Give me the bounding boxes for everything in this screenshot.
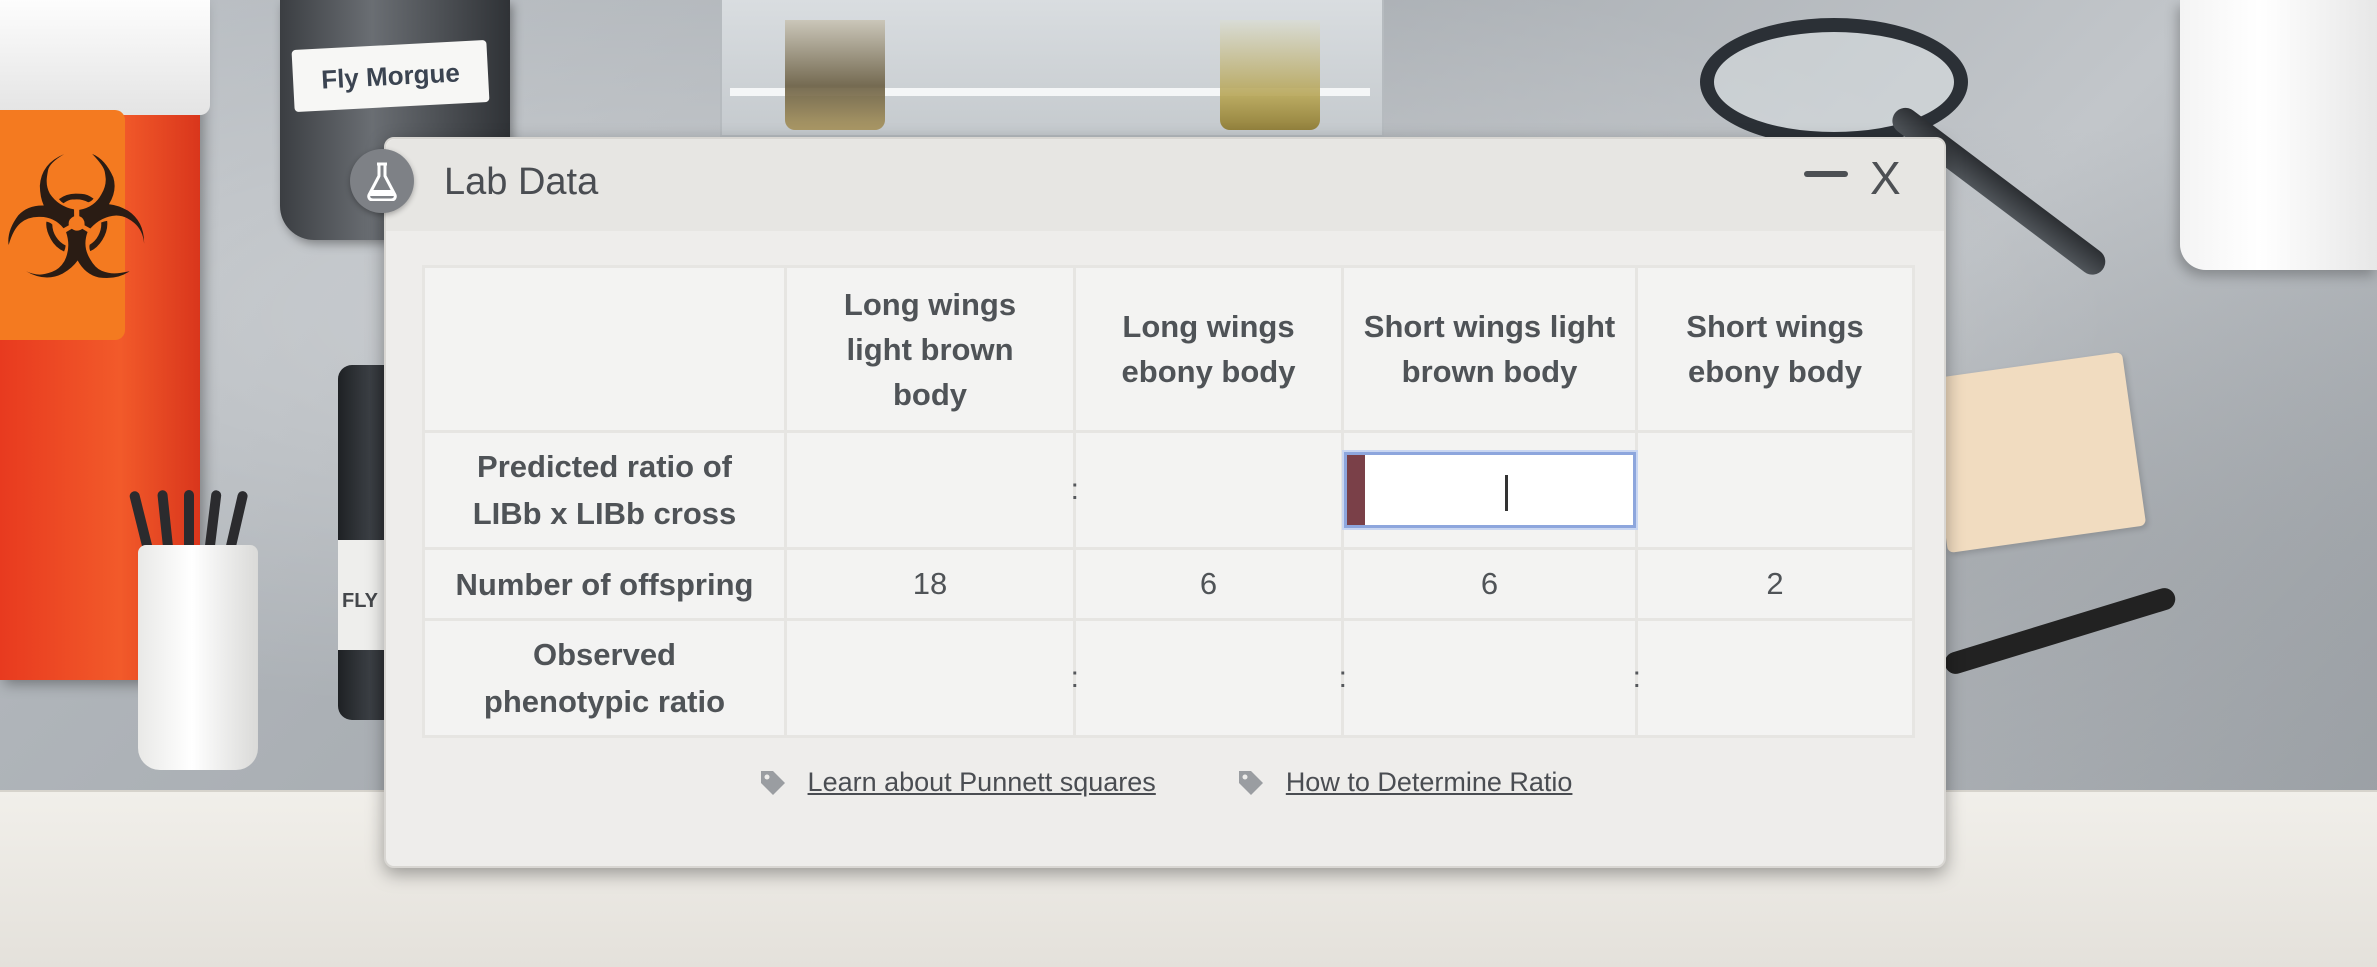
column-header-label: Long wings light brown body <box>843 286 1017 412</box>
column-header: Long wings light brown body <box>784 265 1076 433</box>
predicted-ratio-cell[interactable] <box>1073 430 1344 550</box>
table-row: Observed phenotypic ratio : : : <box>422 618 1915 738</box>
dialog-titlebar[interactable]: Lab Data X <box>350 139 1944 231</box>
predicted-ratio-input[interactable] <box>1344 452 1636 528</box>
predicted-ratio-cell[interactable] <box>1635 430 1915 550</box>
observed-ratio-cell[interactable] <box>1635 618 1915 738</box>
input-marker <box>1347 455 1365 525</box>
close-button[interactable]: X <box>1870 155 1901 201</box>
table-corner <box>422 265 787 433</box>
column-header-label: Short wings ebony body <box>1686 309 1864 389</box>
brush-cup <box>138 545 258 770</box>
paper-stack <box>1923 351 2147 554</box>
row-label-text: Predicted ratio of LIBb x LIBb cross <box>472 449 737 531</box>
table-row: Number of offspring 18 6 6 2 <box>422 547 1915 621</box>
offspring-count: 6 <box>1341 547 1638 621</box>
predicted-ratio-cell[interactable] <box>1341 430 1638 550</box>
column-header: Short wings ebony body <box>1635 265 1915 433</box>
offspring-count: 2 <box>1635 547 1915 621</box>
dialog-title: Lab Data <box>444 161 599 203</box>
row-label: Observed phenotypic ratio <box>422 618 787 738</box>
sample-tray <box>2180 0 2377 270</box>
table-header-row: Long wings light brown body Long wings e… <box>422 265 1915 433</box>
tag-icon <box>1238 770 1263 795</box>
column-header-label: Long wings ebony body <box>1121 309 1296 389</box>
observed-ratio-cell[interactable]: : <box>784 618 1079 738</box>
row-label-text: Observed phenotypic ratio <box>483 637 726 719</box>
tag-icon <box>760 770 785 795</box>
flask-icon <box>350 149 414 213</box>
lab-data-table: Long wings light brown body Long wings e… <box>422 265 1915 738</box>
row-label: Predicted ratio of LIBb x LIBb cross <box>422 430 787 550</box>
biohazard-icon: ☣ <box>0 125 153 315</box>
biohazard-bin-lid <box>0 0 210 115</box>
column-header: Long wings ebony body <box>1073 265 1344 433</box>
punnett-squares-link[interactable]: Learn about Punnett squares <box>758 767 1156 798</box>
punnett-squares-link-text[interactable]: Learn about Punnett squares <box>808 767 1156 798</box>
determine-ratio-link[interactable]: How to Determine Ratio <box>1236 767 1573 798</box>
offspring-count: 6 <box>1073 547 1344 621</box>
minimize-button[interactable] <box>1804 171 1848 177</box>
table-row: Predicted ratio of LIBb x LIBb cross : <box>422 430 1915 550</box>
text-caret <box>1505 475 1508 511</box>
offspring-count: 18 <box>784 547 1076 621</box>
row-label: Number of offspring <box>422 547 787 621</box>
fly-morgue-label: Fly Morgue <box>291 39 490 113</box>
fly-vial[interactable] <box>1220 20 1320 130</box>
column-header-label: Short wings light brown body <box>1363 309 1616 389</box>
column-header: Short wings light brown body <box>1341 265 1638 433</box>
predicted-ratio-cell[interactable]: : <box>784 430 1079 550</box>
observed-ratio-cell[interactable]: : <box>1073 618 1347 738</box>
determine-ratio-link-text[interactable]: How to Determine Ratio <box>1286 767 1573 798</box>
dialog-footer: Learn about Punnett squares How to Deter… <box>386 767 1944 798</box>
lab-data-dialog: Lab Data X Long wings light brown body L… <box>350 137 1946 868</box>
observed-ratio-cell[interactable]: : <box>1341 618 1641 738</box>
fly-vial[interactable] <box>785 20 885 130</box>
